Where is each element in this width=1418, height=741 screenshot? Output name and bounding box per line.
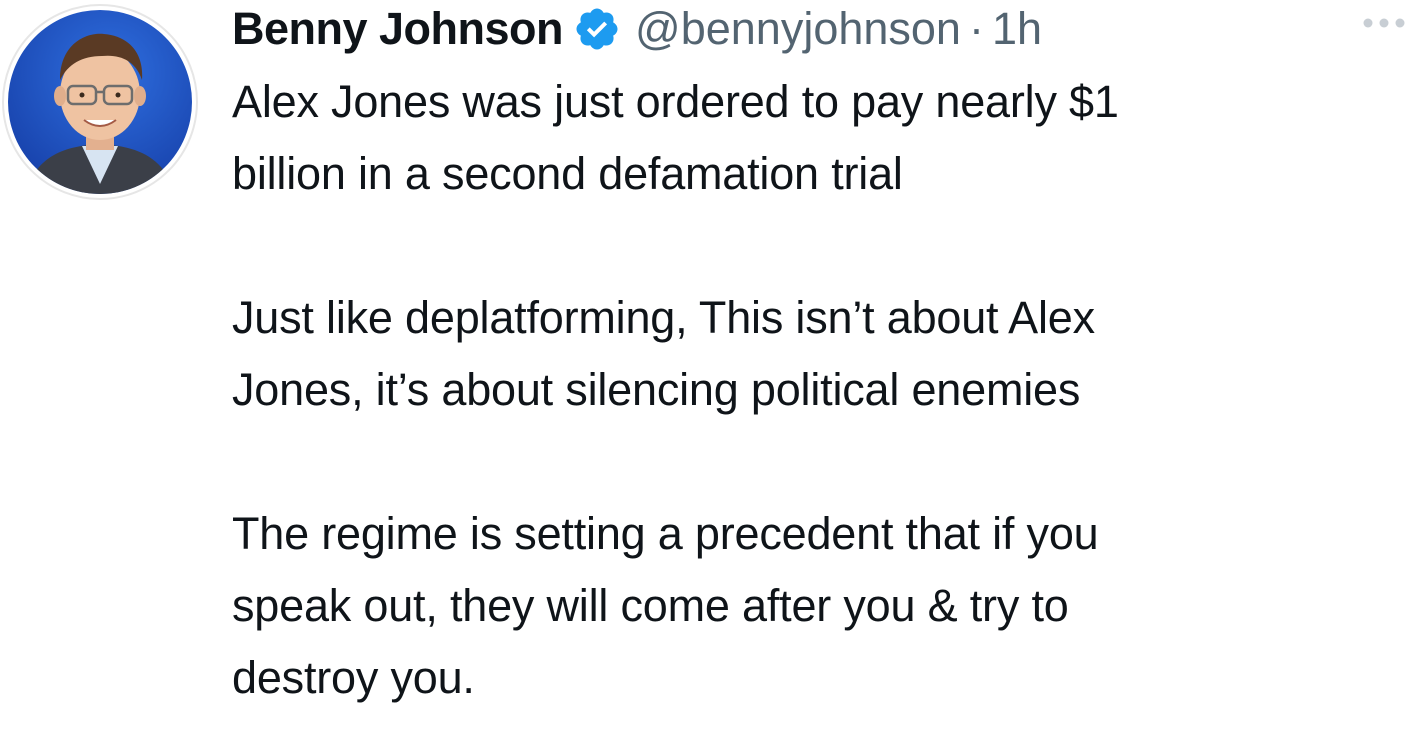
avatar-photo — [8, 10, 192, 194]
tweet-text: Alex Jones was just ordered to pay nearl… — [232, 66, 1412, 714]
separator-dot: · — [968, 3, 984, 54]
author-name[interactable]: Benny Johnson — [232, 3, 564, 55]
more-options-icon[interactable] — [1358, 10, 1410, 36]
tweet-line: Alex Jones was just ordered to pay nearl… — [232, 76, 1119, 127]
tweet-paragraph: Alex Jones was just ordered to pay nearl… — [232, 66, 1412, 210]
avatar[interactable] — [2, 4, 198, 200]
tweet[interactable]: Benny Johnson @bennyjohnson · 1h Alex Jo… — [0, 0, 1418, 741]
tweet-line: billion in a second defamation trial — [232, 148, 903, 199]
tweet-line: destroy you. — [232, 652, 475, 703]
tweet-line: The regime is setting a precedent that i… — [232, 508, 1099, 559]
timestamp[interactable]: 1h — [992, 3, 1042, 55]
tweet-line: Just like deplatforming, This isn’t abou… — [232, 292, 1095, 343]
tweet-line: Jones, it’s about silencing political en… — [232, 364, 1081, 415]
tweet-paragraph: Just like deplatforming, This isn’t abou… — [232, 282, 1412, 426]
verified-badge-icon — [573, 5, 621, 53]
tweet-paragraph: The regime is setting a precedent that i… — [232, 498, 1412, 714]
author-handle[interactable]: @bennyjohnson — [635, 3, 961, 55]
tweet-line: speak out, they will come after you & tr… — [232, 580, 1069, 631]
tweet-header: Benny Johnson @bennyjohnson · 1h — [232, 0, 1042, 58]
